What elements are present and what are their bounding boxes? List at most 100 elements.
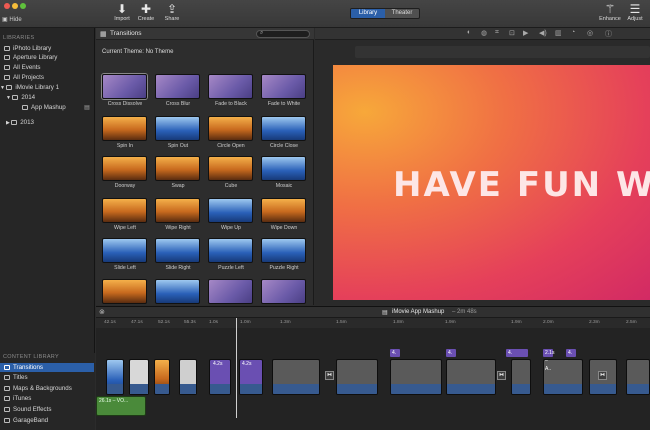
color-correction-icon[interactable]: ◍ xyxy=(481,29,487,37)
transition-thumbnail[interactable] xyxy=(261,116,306,141)
title-clip[interactable]: 4. xyxy=(506,349,528,357)
transition-thumbnail[interactable] xyxy=(155,198,200,223)
transition-thumbnail[interactable] xyxy=(102,198,147,223)
transition-thumbnail[interactable] xyxy=(155,279,200,304)
noise-reduction-icon[interactable]: ▥ xyxy=(555,29,562,37)
map-icon xyxy=(4,385,10,391)
crop-icon[interactable]: ⌗ xyxy=(495,29,499,37)
title-clip[interactable]: 4. xyxy=(390,349,400,357)
ruler-tick: 1.8m xyxy=(393,320,404,325)
viewer: ◐ ◍ ⌗ ⊡ ▶ ◀) ▥ ◔ ◎ ⓘ HAVE FUN WiTH xyxy=(315,28,650,305)
transition-marker-icon[interactable]: ⧓ xyxy=(497,371,506,380)
transition-thumbnail[interactable] xyxy=(208,116,253,141)
timeline-ruler[interactable]: 42.1s 47.1s 52.1s 55.3s 1.0s 1.0m 1.3m 1.5m 1.8m… xyxy=(96,318,650,328)
close-timeline-icon[interactable]: ⊗ xyxy=(99,308,105,316)
transition-thumbnail[interactable] xyxy=(102,116,147,141)
transition-label: Puzzle Left xyxy=(218,265,244,271)
ruler-tick: 52.1s xyxy=(158,320,170,325)
transition-label: Circle Close xyxy=(270,143,298,149)
content-item-transitions[interactable]: Transitions xyxy=(0,363,94,372)
transition-thumbnail[interactable] xyxy=(208,279,253,304)
sidebar-item-all-events[interactable]: All Events xyxy=(4,63,96,72)
sidebar-item-all-projects[interactable]: All Projects xyxy=(4,73,96,82)
event-icon xyxy=(22,104,28,110)
video-clip[interactable] xyxy=(390,359,442,395)
video-clip[interactable] xyxy=(106,359,124,395)
transition-marker-icon[interactable]: ⧓ xyxy=(598,371,607,380)
transition-thumbnail[interactable] xyxy=(155,116,200,141)
sidebar-item-2013[interactable]: ▶ 2013 xyxy=(6,118,98,127)
transition-label: Spin In xyxy=(116,143,134,149)
transition-thumbnail[interactable] xyxy=(155,74,200,99)
transition-thumbnail[interactable] xyxy=(261,279,306,304)
transition-label: Swap xyxy=(171,183,185,189)
clip-audio-waveform xyxy=(240,384,262,394)
content-item-label: GarageBand xyxy=(13,417,49,424)
transition-label: Cube xyxy=(224,183,238,189)
clip-duration-label: 4.2s xyxy=(242,361,252,367)
adjust-button[interactable]: ☰ Adjust xyxy=(620,3,650,23)
stabilization-icon[interactable]: ⊡ xyxy=(509,29,515,37)
share-button[interactable]: ⇪ Share xyxy=(157,3,187,23)
video-clip[interactable] xyxy=(129,359,149,395)
transition-thumbnail[interactable] xyxy=(208,198,253,223)
title-clip[interactable]: 2.1s – A.. xyxy=(543,349,554,372)
sidebar-item-2014[interactable]: ▼ 2014 xyxy=(6,93,98,102)
video-clip[interactable] xyxy=(154,359,170,395)
transition-thumbnail[interactable] xyxy=(102,279,147,304)
sidebar-item-app-mashup[interactable]: App Mashup ▤ xyxy=(22,103,94,112)
content-item-sound-effects[interactable]: Sound Effects xyxy=(4,405,96,414)
playhead[interactable] xyxy=(236,318,237,418)
speed-icon[interactable]: ◔ xyxy=(571,29,575,36)
minimize-window-button[interactable] xyxy=(12,3,18,9)
sidebar-item-iphoto[interactable]: iPhoto Library xyxy=(4,44,96,53)
transition-thumbnail[interactable] xyxy=(261,156,306,181)
ruler-tick: 1.9m xyxy=(445,320,456,325)
video-clip[interactable] xyxy=(626,359,650,395)
content-item-maps[interactable]: Maps & Backgrounds xyxy=(4,384,96,393)
transition-marker-icon[interactable]: ⧓ xyxy=(325,371,334,380)
zoom-window-button[interactable] xyxy=(20,3,26,9)
video-clip[interactable] xyxy=(336,359,378,395)
video-camera-icon[interactable]: ▶ xyxy=(523,29,528,37)
content-item-garageband[interactable]: GarageBand xyxy=(4,416,96,425)
library-tab[interactable]: Library xyxy=(351,9,385,18)
transition-thumbnail[interactable] xyxy=(155,156,200,181)
hide-libraries-button[interactable]: ▣ Hide xyxy=(2,16,22,23)
title-clip[interactable]: 4. xyxy=(566,349,576,357)
transition-label: Wipe Right xyxy=(165,225,191,231)
video-preview[interactable]: HAVE FUN WiTH xyxy=(333,65,650,300)
transition-thumbnail[interactable] xyxy=(102,238,147,263)
toolbar: ▣ Hide ⬇ Import ✚ Create ⇪ Share Library… xyxy=(0,0,650,28)
transition-thumbnail[interactable] xyxy=(261,74,306,99)
sidebar-item-imovie-library[interactable]: ▼ iMovie Library 1 xyxy=(0,83,92,92)
video-clip[interactable] xyxy=(446,359,496,395)
video-clip[interactable] xyxy=(179,359,197,395)
content-item-titles[interactable]: Titles xyxy=(4,373,96,382)
transition-thumbnail[interactable] xyxy=(261,238,306,263)
clip-audio-waveform xyxy=(210,384,230,394)
filter-icon[interactable]: ◎ xyxy=(587,29,593,37)
search-input[interactable]: ⌕ xyxy=(256,30,310,38)
content-item-itunes[interactable]: iTunes xyxy=(4,394,96,403)
transition-label: Doorway xyxy=(114,183,136,189)
theater-tab[interactable]: Theater xyxy=(385,9,419,18)
info-icon[interactable]: ⓘ xyxy=(605,29,612,39)
transition-thumbnail[interactable] xyxy=(155,238,200,263)
video-clip[interactable] xyxy=(272,359,320,395)
title-clip[interactable]: 4. xyxy=(446,349,456,357)
transition-thumbnail[interactable] xyxy=(261,198,306,223)
close-window-button[interactable] xyxy=(4,3,10,9)
transition-thumbnail[interactable] xyxy=(102,156,147,181)
clip-audio-waveform xyxy=(180,384,196,394)
color-balance-icon[interactable]: ◐ xyxy=(467,29,471,36)
video-clip[interactable] xyxy=(511,359,531,395)
volume-icon[interactable]: ◀) xyxy=(539,29,547,37)
transition-thumbnail[interactable] xyxy=(208,238,253,263)
transition-thumbnail[interactable] xyxy=(208,74,253,99)
sidebar-item-aperture[interactable]: Aperture Library xyxy=(4,53,96,62)
clip-audio-waveform xyxy=(544,384,582,394)
transition-thumbnail[interactable] xyxy=(208,156,253,181)
transition-thumbnail[interactable] xyxy=(102,74,147,99)
voiceover-audio-clip[interactable]: 26.1s – VO... xyxy=(96,396,146,416)
